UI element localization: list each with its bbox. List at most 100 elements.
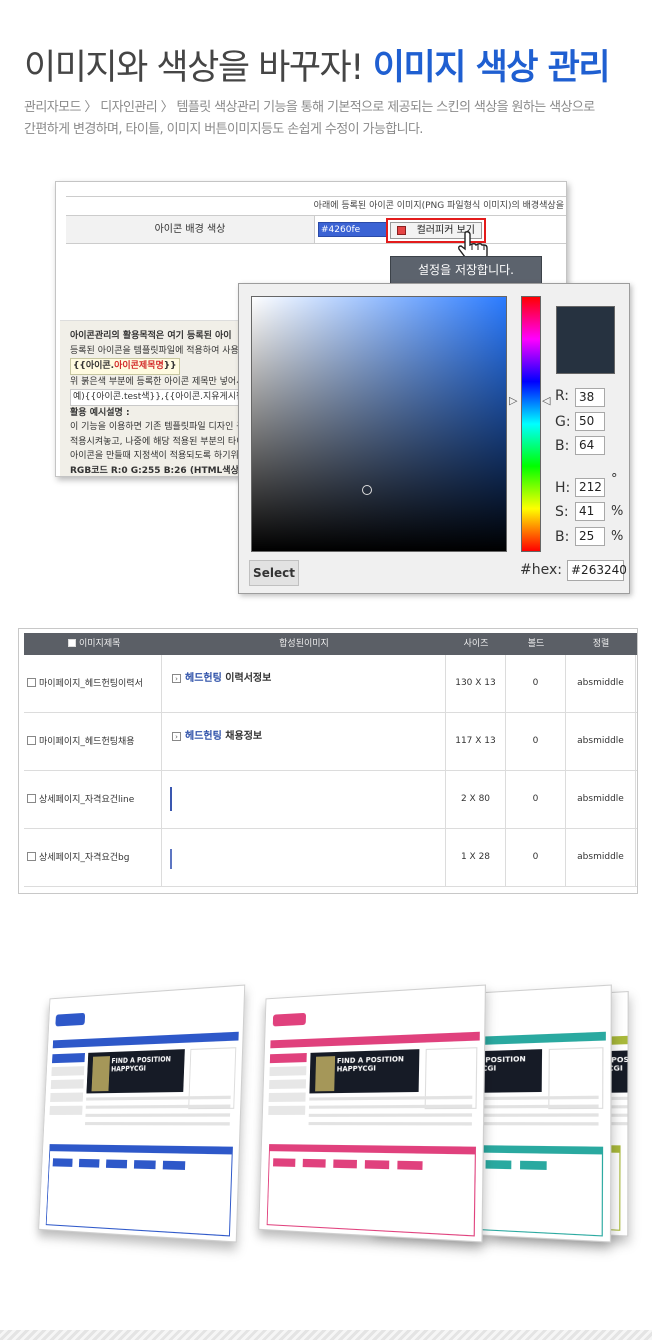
header-title-col: 이미지제목 bbox=[68, 633, 168, 655]
page-title-accent: 이미지 색상 관리 bbox=[372, 48, 611, 88]
preview-dark-text: 이력서정보 bbox=[225, 673, 272, 684]
row-align: absmiddle bbox=[566, 829, 636, 887]
thumb-panel bbox=[45, 1144, 233, 1237]
table-header: 이미지제목 합성된이미지 사이즈 볼드 정렬 bbox=[24, 633, 637, 655]
thumb-nav-bar bbox=[270, 1031, 480, 1049]
arrow-right-icon: › bbox=[172, 673, 181, 683]
brightness-unit: % bbox=[611, 529, 624, 544]
thumb-nav-bar bbox=[52, 1031, 239, 1049]
description-line-2: 간편하게 변경하며, 타이틀, 이미지 버튼이미지등도 손쉽게 수정이 가능합니… bbox=[24, 122, 423, 137]
row-bold: 0 bbox=[506, 713, 566, 771]
h-input[interactable]: 212 bbox=[575, 478, 605, 497]
row-bold: 0 bbox=[506, 655, 566, 713]
row-size: 2 X 80 bbox=[446, 771, 506, 829]
preview-blue-text: 헤드헌팅 bbox=[185, 673, 222, 684]
usage-tag-suffix: }} bbox=[163, 361, 177, 371]
row-checkbox[interactable] bbox=[27, 794, 36, 803]
bg-color-hex-input[interactable]: #4260fe bbox=[318, 222, 388, 237]
page-title-main: 이미지와 색상을 바꾸자! bbox=[24, 48, 364, 88]
description-line-1: 관리자모드 〉 디자인관리 〉 템플릿 색상관리 기능을 통해 기본적으로 제공… bbox=[24, 100, 595, 115]
settings-info-row: 아래에 등록된 아이콘 이미지(PNG 파일형식 이미지)의 배경색상을 bbox=[66, 196, 566, 216]
thumb-content-lines bbox=[308, 1095, 473, 1140]
row-size: 130 X 13 bbox=[446, 655, 506, 713]
row-title-cell: 상세페이지_자격요건bg bbox=[24, 829, 162, 887]
save-settings-button[interactable]: 설정을 저장합니다. bbox=[390, 256, 542, 284]
row-checkbox[interactable] bbox=[27, 852, 36, 861]
s-input[interactable]: 41 bbox=[575, 502, 605, 521]
thumb-banner: FIND A POSITION HAPPYCGI bbox=[86, 1049, 185, 1094]
r-label: R: bbox=[555, 388, 570, 404]
preview-blue-text: 헤드헌팅 bbox=[185, 731, 222, 742]
row-preview: › 헤드헌팅 이력서정보 bbox=[172, 669, 271, 684]
color-preview bbox=[556, 306, 615, 374]
table-row[interactable]: 상세페이지_자격요건line 2 X 80 0 absmiddle bbox=[24, 771, 637, 829]
bottom-divider bbox=[0, 1330, 652, 1340]
site-logo-icon bbox=[55, 1012, 86, 1027]
color-swatch-icon bbox=[397, 226, 406, 235]
sv-cursor-handle[interactable] bbox=[362, 485, 372, 495]
h-label: H: bbox=[555, 480, 571, 496]
row-title: 상세페이지_자격요건bg bbox=[39, 853, 130, 863]
select-button[interactable]: Select bbox=[249, 560, 299, 586]
hex-label: #hex: bbox=[520, 562, 562, 578]
row-preview: › 헤드헌팅 채용정보 bbox=[172, 727, 262, 742]
row-checkbox[interactable] bbox=[27, 736, 36, 745]
b-label: B: bbox=[555, 438, 570, 454]
page-description: 관리자모드 〉 디자인관리 〉 템플릿 색상관리 기능을 통해 기본적으로 제공… bbox=[24, 97, 634, 141]
hue-slider[interactable] bbox=[521, 296, 541, 552]
hue-pointer-left-icon[interactable]: ▷ bbox=[509, 394, 517, 407]
row-title: 마이페이지_헤드헌팅채용 bbox=[39, 737, 135, 747]
thumb-banner-text: FIND A POSITION HAPPYCGI bbox=[110, 1054, 172, 1074]
b-input[interactable]: 64 bbox=[575, 436, 605, 455]
row-title: 마이페이지_헤드헌팅이력서 bbox=[39, 679, 143, 689]
select-all-checkbox[interactable] bbox=[68, 638, 76, 647]
row-align: absmiddle bbox=[566, 655, 636, 713]
row-title-cell: 마이페이지_헤드헌팅채용 bbox=[24, 713, 162, 771]
thumb-content-lines bbox=[84, 1095, 231, 1140]
row-bold: 0 bbox=[506, 771, 566, 829]
row-size: 1 X 28 bbox=[446, 829, 506, 887]
row-title: 상세페이지_자격요건line bbox=[39, 795, 135, 805]
s-label: S: bbox=[555, 504, 569, 520]
usage-tag: {{아이콘.아이콘제목명}} bbox=[70, 358, 180, 375]
brightness-input[interactable]: 25 bbox=[575, 527, 605, 546]
theme-thumbnail-pink: FIND A POSITION HAPPYCGI bbox=[258, 984, 486, 1243]
h-unit: ° bbox=[611, 472, 618, 487]
page-title: 이미지와 색상을 바꾸자! 이미지 색상 관리 bbox=[24, 44, 611, 92]
usage-tag-red: 아이콘제목명 bbox=[114, 361, 164, 371]
r-input[interactable]: 38 bbox=[575, 388, 605, 407]
table-row[interactable]: 상세페이지_자격요건bg 1 X 28 0 absmiddle bbox=[24, 829, 637, 887]
site-logo-icon bbox=[272, 1012, 307, 1027]
header-align-col: 정렬 bbox=[592, 639, 610, 649]
saturation-value-area[interactable] bbox=[251, 296, 507, 552]
hex-input[interactable]: #263240 bbox=[567, 560, 627, 581]
header-composite-col: 합성된이미지 bbox=[279, 639, 329, 649]
theme-thumbnails: FIND A POSITION HAPPYCGI FIND A POSITION… bbox=[0, 984, 652, 1255]
header-title-label: 이미지제목 bbox=[79, 639, 121, 649]
bg-preview-image bbox=[170, 849, 172, 869]
table-row[interactable]: 마이페이지_헤드헌팅채용 › 헤드헌팅 채용정보 117 X 13 0 absmi… bbox=[24, 713, 637, 771]
thumb-panel bbox=[266, 1144, 477, 1237]
bg-color-label: 아이콘 배경 색상 bbox=[66, 216, 315, 243]
s-unit: % bbox=[611, 504, 624, 519]
row-bold: 0 bbox=[506, 829, 566, 887]
row-size: 117 X 13 bbox=[446, 713, 506, 771]
hue-pointer-right-icon[interactable]: ◁ bbox=[542, 394, 550, 407]
g-label: G: bbox=[555, 414, 571, 430]
usage-tag-prefix: {{아이콘. bbox=[73, 361, 115, 371]
preview-dark-text: 채용정보 bbox=[225, 731, 263, 742]
brightness-label: B: bbox=[555, 529, 570, 545]
header-bold-col: 볼드 bbox=[527, 639, 545, 649]
arrow-right-icon: › bbox=[172, 731, 181, 741]
header-size-col: 사이즈 bbox=[463, 639, 489, 649]
thumb-banner-text: FIND A POSITION HAPPYCGI bbox=[336, 1054, 405, 1074]
table-row[interactable]: 마이페이지_헤드헌팅이력서 › 헤드헌팅 이력서정보 130 X 13 0 abs… bbox=[24, 655, 637, 713]
row-title-cell: 상세페이지_자격요건line bbox=[24, 771, 162, 829]
thumb-banner: FIND A POSITION HAPPYCGI bbox=[309, 1049, 420, 1094]
row-preview-cell bbox=[162, 771, 446, 829]
row-preview-cell bbox=[162, 829, 446, 887]
row-checkbox[interactable] bbox=[27, 678, 36, 687]
row-title-cell: 마이페이지_헤드헌팅이력서 bbox=[24, 655, 162, 713]
theme-thumbnail-blue: FIND A POSITION HAPPYCGI bbox=[38, 984, 246, 1243]
g-input[interactable]: 50 bbox=[575, 412, 605, 431]
